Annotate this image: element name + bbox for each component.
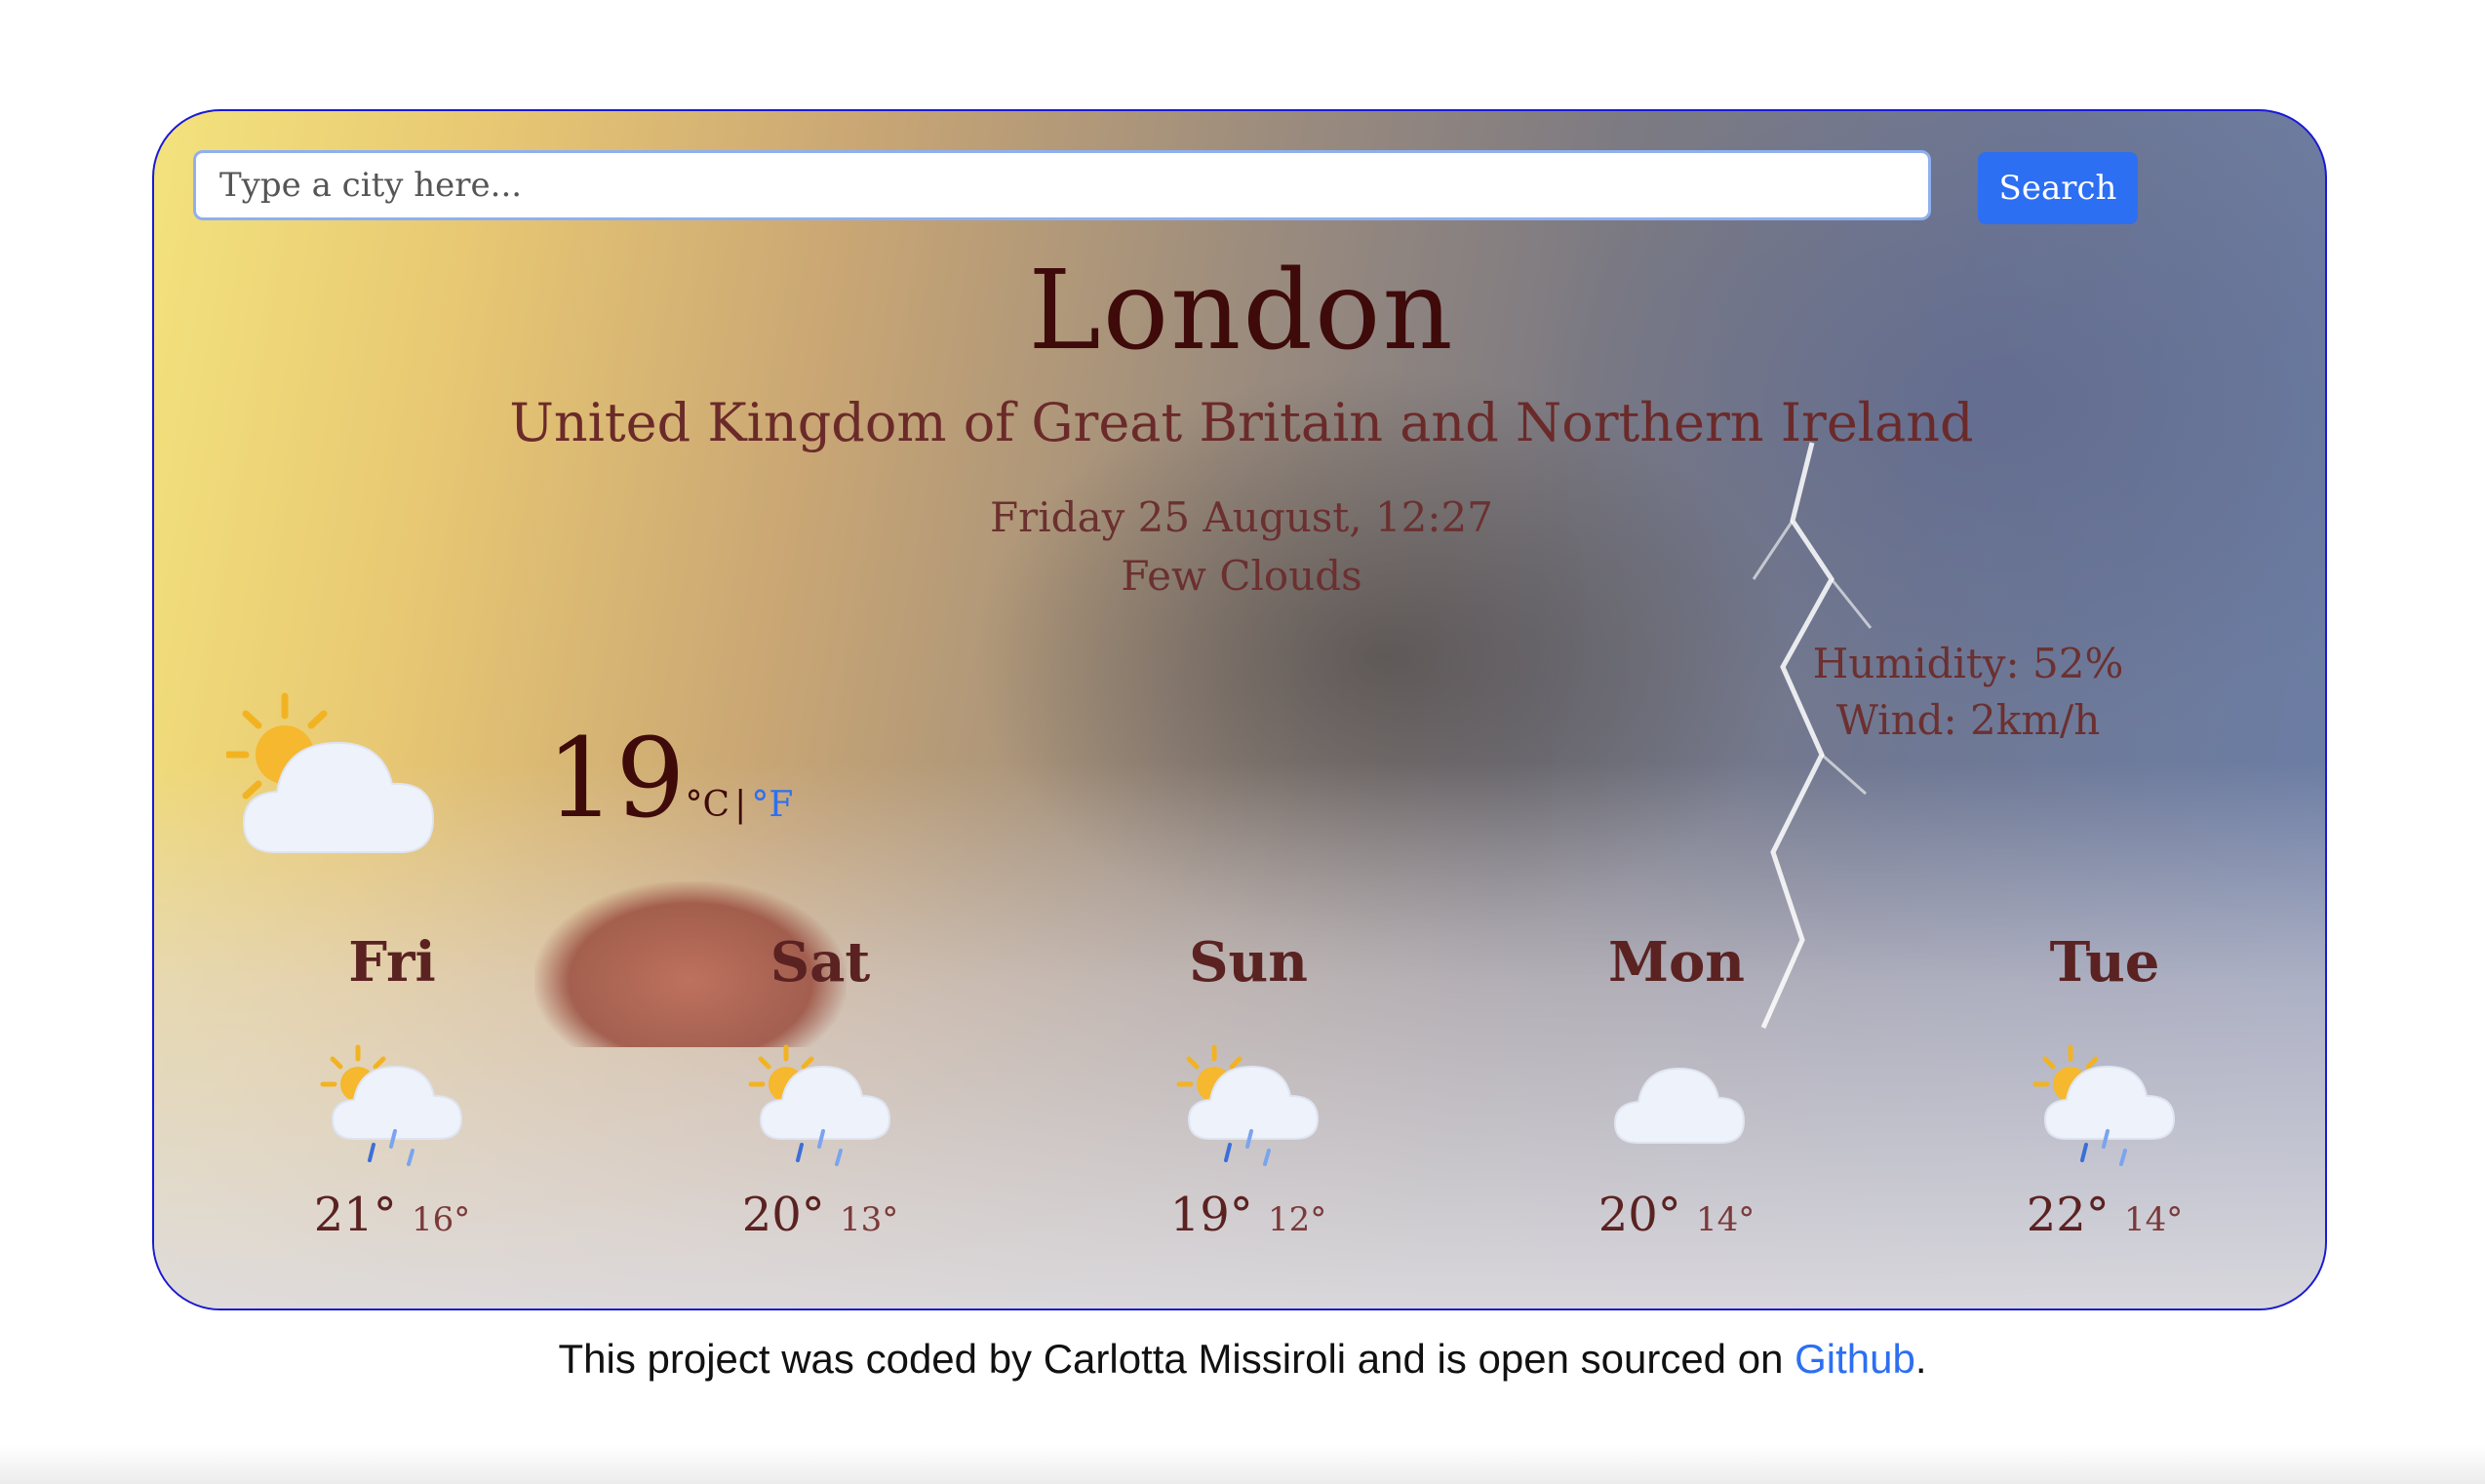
forecast-temps: 21° 16° [246, 1188, 538, 1242]
forecast-temps: 20° 14° [1530, 1188, 1823, 1242]
celsius-link[interactable]: °C [686, 785, 730, 825]
sun-rain-icon [1958, 1022, 2251, 1188]
forecast-day-name: Sun [1189, 930, 1308, 995]
forecast-day: Sun 19° 12° [1102, 930, 1395, 1242]
footer: This project was coded by Carlotta Missi… [0, 1336, 2485, 1383]
forecast-min: 12° [1268, 1200, 1327, 1239]
forecast-temps: 20° 13° [674, 1188, 966, 1242]
forecast-max: 21° [313, 1188, 397, 1242]
search-button[interactable]: Search [1978, 152, 2138, 224]
forecast-day: Tue 22° 14° [1958, 930, 2251, 1242]
forecast-day-name: Fri [348, 930, 436, 995]
weather-card: Search London United Kingdom of Great Br… [152, 109, 2327, 1310]
github-link[interactable]: Github [1795, 1336, 1915, 1382]
forecast-max: 20° [741, 1188, 825, 1242]
search-input[interactable] [193, 150, 1931, 220]
forecast-temps: 19° 12° [1102, 1188, 1395, 1242]
forecast-min: 16° [412, 1200, 471, 1239]
few-clouds-icon [224, 686, 460, 876]
forecast-min: 14° [2124, 1200, 2184, 1239]
city-name: London [1028, 248, 1455, 374]
forecast-temps: 22° 14° [1958, 1188, 2251, 1242]
country-name: United Kingdom of Great Britain and Nort… [509, 392, 1974, 453]
forecast-max: 22° [2026, 1188, 2110, 1242]
forecast-day: Sat 20° 13° [674, 930, 966, 1242]
forecast-max: 20° [1598, 1188, 1681, 1242]
current-datetime: Friday 25 August, 12:27 [990, 493, 1493, 541]
forecast-min: 13° [840, 1200, 899, 1239]
sun-rain-icon [246, 1022, 538, 1188]
current-temperature-block: 19°C | °F [546, 716, 793, 842]
unit-separator: | [734, 785, 747, 825]
current-temperature: 19 [546, 716, 686, 842]
page-bottom-shade [0, 1445, 2485, 1484]
sun-rain-icon [674, 1022, 966, 1188]
wind: Wind: 2km/h [1835, 696, 2101, 744]
sun-rain-icon [1102, 1022, 1395, 1188]
forecast-row: Fri 21° 16° Sat 20° 13° Sun 19° 12° Mon … [154, 930, 2325, 1301]
fahrenheit-link[interactable]: °F [751, 785, 793, 825]
forecast-day: Mon 20° 14° [1530, 930, 1823, 1242]
forecast-max: 19° [1169, 1188, 1253, 1242]
humidity: Humidity: 52% [1812, 640, 2124, 687]
cloud-icon [1530, 1022, 1823, 1188]
footer-text: This project was coded by Carlotta Missi… [558, 1336, 1795, 1382]
forecast-day-name: Tue [2049, 930, 2160, 995]
forecast-min: 14° [1696, 1200, 1755, 1239]
forecast-day: Fri 21° 16° [246, 930, 538, 1242]
weather-description: Few Clouds [1121, 552, 1362, 600]
forecast-day-name: Sat [769, 930, 871, 995]
forecast-day-name: Mon [1607, 930, 1746, 995]
footer-period: . [1914, 1336, 1927, 1382]
